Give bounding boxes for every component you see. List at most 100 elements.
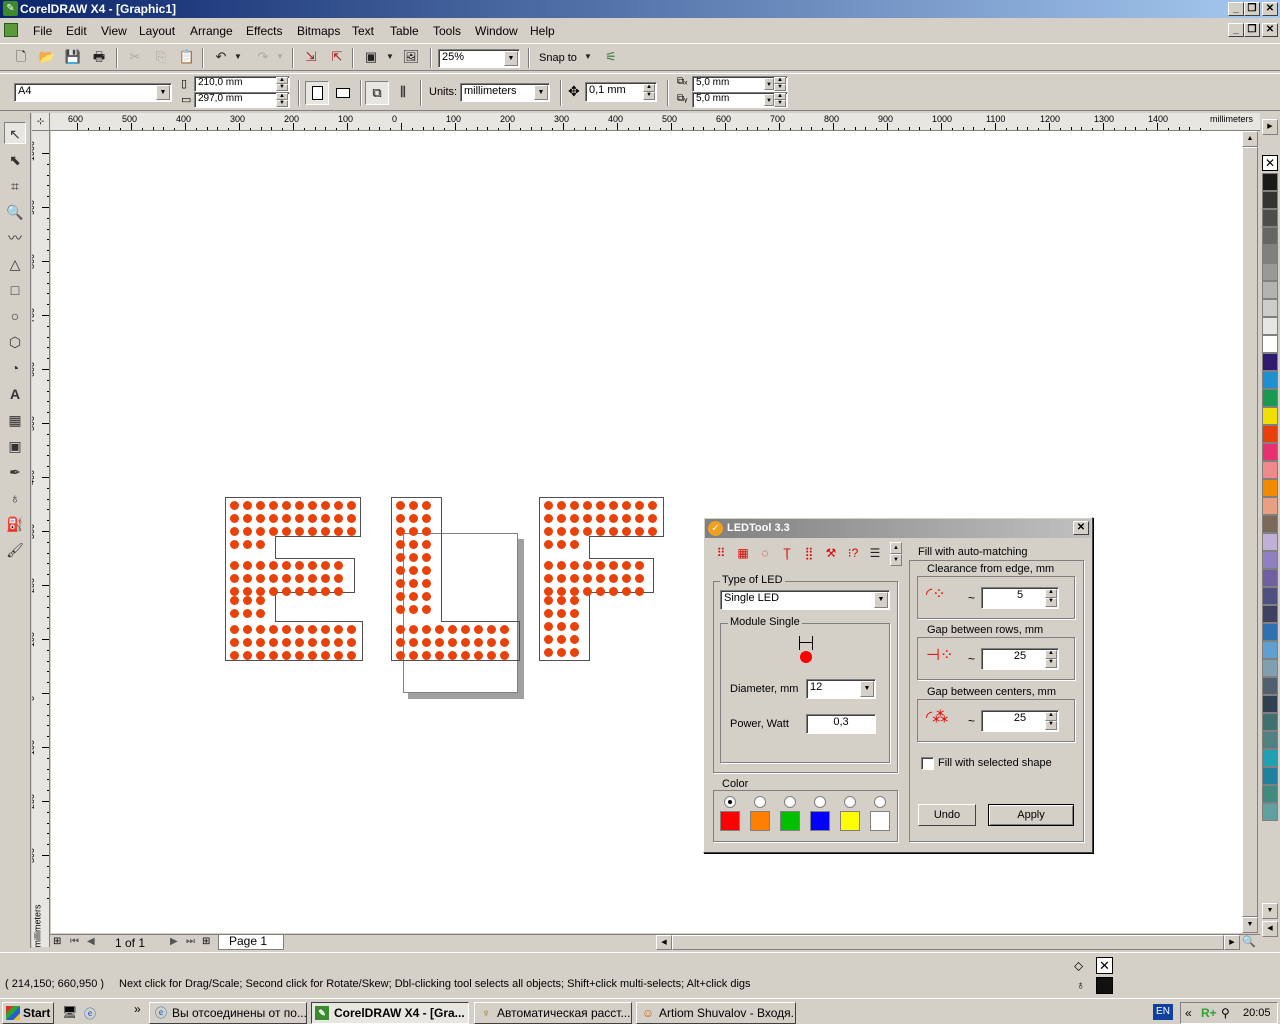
palette-swatch[interactable] xyxy=(1262,245,1278,263)
fill-color-swatch[interactable]: ✕ xyxy=(1096,957,1113,974)
palette-swatch[interactable] xyxy=(1262,173,1278,191)
rectangle-tool-icon[interactable]: □ xyxy=(4,279,26,301)
snap-dropdown-icon[interactable]: ▼ xyxy=(582,46,594,68)
scroll-right-icon[interactable]: ▶ xyxy=(1224,935,1240,950)
palette-swatch[interactable] xyxy=(1262,623,1278,641)
led-color-radio[interactable] xyxy=(874,796,886,808)
spin-down-icon[interactable]: ▼ xyxy=(276,100,288,107)
spin-up-icon[interactable]: ▲ xyxy=(1045,650,1057,659)
led-color-radio[interactable] xyxy=(784,796,796,808)
task-mail[interactable]: ☺ Artiom Shuvalov - Входя... xyxy=(636,1002,796,1024)
spin-up-icon[interactable]: ▲ xyxy=(276,93,288,100)
snap-to-label[interactable]: Snap to xyxy=(539,52,577,64)
eyedropper-tool-icon[interactable]: ✒ xyxy=(4,461,26,483)
palette-scroll-icon[interactable]: ▶ xyxy=(1262,119,1278,135)
units-dropdown[interactable]: millimeters ▼ xyxy=(460,83,550,102)
palette-swatch[interactable] xyxy=(1262,533,1278,551)
led-wand-icon[interactable]: ⚒ xyxy=(820,542,842,564)
led-color-swatch[interactable] xyxy=(870,811,890,831)
spin-up-icon[interactable]: ▲ xyxy=(1045,589,1057,598)
doc-minimize-button[interactable]: _ xyxy=(1228,23,1244,37)
paper-height-field[interactable]: 297,0 mm ▲ ▼ xyxy=(194,92,290,108)
spin-up-icon[interactable]: ▲ xyxy=(1045,712,1057,721)
palette-swatch[interactable] xyxy=(1262,407,1278,425)
led-grid-icon[interactable]: ▦ xyxy=(732,542,754,564)
palette-swatch[interactable] xyxy=(1262,281,1278,299)
menu-table[interactable]: Table xyxy=(390,24,419,38)
palette-swatch[interactable] xyxy=(1262,209,1278,227)
palette-swatch[interactable] xyxy=(1262,605,1278,623)
options-icon[interactable]: ⚟ xyxy=(600,46,622,68)
palette-swatch[interactable] xyxy=(1262,659,1278,677)
palette-swatch[interactable] xyxy=(1262,785,1278,803)
redo-icon[interactable]: ↷ xyxy=(252,46,274,68)
led-color-swatch[interactable] xyxy=(720,811,740,831)
menu-effects[interactable]: Effects xyxy=(246,24,282,38)
prev-page-icon[interactable]: ◀ xyxy=(87,936,95,947)
palette-swatch[interactable] xyxy=(1262,371,1278,389)
scroll-left-icon[interactable]: ◀ xyxy=(656,935,672,950)
menu-bitmaps[interactable]: Bitmaps xyxy=(297,24,340,38)
tray-expand-icon[interactable]: « xyxy=(1185,1006,1192,1020)
scroll-up-icon[interactable]: ▲ xyxy=(1242,131,1258,147)
outline-color-swatch[interactable] xyxy=(1096,977,1113,994)
export-icon[interactable]: ⇱ xyxy=(326,46,348,68)
palette-swatch[interactable] xyxy=(1262,803,1278,821)
palette-swatch[interactable] xyxy=(1262,353,1278,371)
dialog-title-bar[interactable]: ✓ LEDTool 3.3 ✕ xyxy=(705,519,1091,538)
palette-swatch[interactable] xyxy=(1262,713,1278,731)
led-color-radio[interactable] xyxy=(754,796,766,808)
power-field[interactable]: 0,3 xyxy=(806,714,876,734)
task-ie[interactable]: ⓔ Вы отсоединены от по... xyxy=(149,1002,307,1024)
application-launcher-icon[interactable]: ▣ xyxy=(360,46,382,68)
menu-arrange[interactable]: Arrange xyxy=(190,24,233,38)
freehand-tool-icon[interactable]: 〰 xyxy=(4,227,26,249)
palette-swatch[interactable] xyxy=(1262,587,1278,605)
portrait-button[interactable] xyxy=(305,81,329,105)
scroll-down-icon[interactable]: ▼ xyxy=(1242,917,1258,933)
last-page-icon[interactable]: ⏭ xyxy=(186,936,195,947)
palette-swatch[interactable] xyxy=(1262,263,1278,281)
ruler-corner[interactable]: ⊹ xyxy=(32,113,50,131)
add-page-after-icon[interactable]: ⊞ xyxy=(202,936,210,947)
title-bar[interactable]: ✎ CorelDRAW X4 - [Graphic1] _ ❐ ✕ xyxy=(0,0,1280,18)
palette-swatch[interactable] xyxy=(1262,551,1278,569)
vertical-scrollbar[interactable]: ▲ ▼ xyxy=(1242,131,1258,933)
palette-swatch[interactable] xyxy=(1262,317,1278,335)
paper-size-dropdown[interactable]: A4 ▼ xyxy=(14,83,172,102)
led-color-swatch[interactable] xyxy=(750,811,770,831)
no-color-swatch[interactable]: ✕ xyxy=(1262,155,1278,171)
first-page-icon[interactable]: ⏮ xyxy=(70,936,79,947)
ie-quicklaunch-icon[interactable]: ⓔ xyxy=(84,1005,96,1022)
tray-network-icon[interactable]: ⚲ xyxy=(1221,1006,1230,1020)
doc-restore-button[interactable]: ❐ xyxy=(1244,23,1260,37)
gap-centers-field[interactable]: 25 ▲ ▼ xyxy=(981,710,1059,732)
spin-up-icon[interactable]: ▲ xyxy=(774,93,786,100)
add-page-before-icon[interactable]: ⊞ xyxy=(53,936,61,947)
led-color-swatch[interactable] xyxy=(810,811,830,831)
undo-dropdown-icon[interactable]: ▼ xyxy=(232,46,244,68)
copy-icon[interactable]: ⎘ xyxy=(150,46,172,68)
spin-down-icon[interactable]: ▼ xyxy=(643,92,655,100)
menu-layout[interactable]: Layout xyxy=(139,24,175,38)
spin-down-icon[interactable]: ▼ xyxy=(276,84,288,91)
shape-tool-icon[interactable]: ⬉ xyxy=(4,149,26,171)
led-color-radio[interactable] xyxy=(844,796,856,808)
paper-width-field[interactable]: 210,0 mm ▲ ▼ xyxy=(194,76,290,92)
led-circle-icon[interactable]: ◌ xyxy=(754,542,776,564)
new-icon[interactable]: 🗋 xyxy=(10,46,32,68)
led-list-icon[interactable]: ☰ xyxy=(864,542,886,564)
all-pages-button[interactable]: ⧉ xyxy=(365,81,389,105)
print-icon[interactable]: 🖶 xyxy=(88,46,110,68)
palette-swatch[interactable] xyxy=(1262,443,1278,461)
welcome-screen-icon[interactable]: 🖼 xyxy=(400,46,422,68)
palette-swatch[interactable] xyxy=(1262,479,1278,497)
menu-help[interactable]: Help xyxy=(530,24,555,38)
palette-swatch[interactable] xyxy=(1262,731,1278,749)
gap-rows-field[interactable]: 25 ▲ ▼ xyxy=(981,648,1059,670)
smart-fill-icon[interactable]: △ xyxy=(4,253,26,275)
horizontal-scrollbar[interactable]: ◀ ▶ xyxy=(656,935,1240,950)
restore-button[interactable]: ❐ xyxy=(1244,2,1260,16)
cut-icon[interactable]: ✂ xyxy=(124,46,146,68)
vertical-ruler[interactable]: 1000900800700600500400300200100010020030… xyxy=(32,131,50,947)
